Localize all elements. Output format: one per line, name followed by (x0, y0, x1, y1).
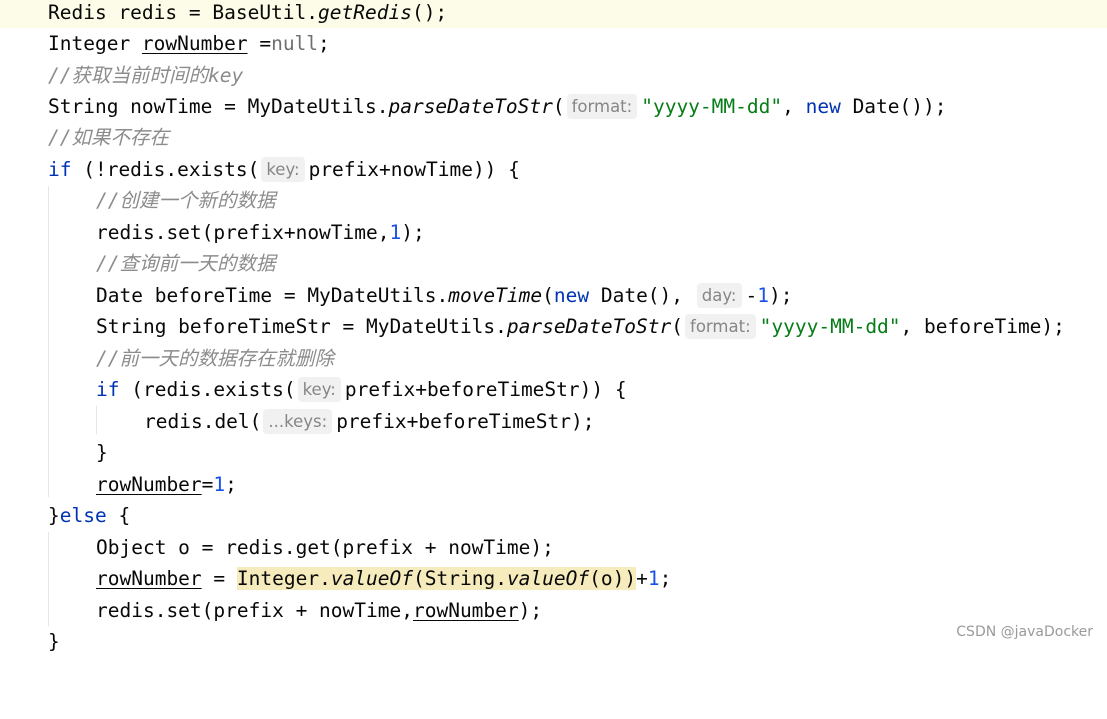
parameter-hint: format: (566, 94, 638, 119)
code-text: { (106, 504, 131, 527)
parameter-hint: key: (297, 377, 341, 402)
code-line-7[interactable]: //创建一个新的数据 (0, 185, 1107, 216)
code-text: = (247, 32, 272, 55)
code-text: ; (225, 473, 237, 496)
code-text: Date()); (840, 95, 947, 118)
code-text: (o)) (589, 567, 637, 590)
number-literal: 1 (213, 473, 226, 496)
code-line-8[interactable]: redis.set(prefix+nowTime,1); (0, 217, 1107, 248)
watermark: CSDN @javaDocker (956, 624, 1093, 640)
keyword: if (96, 378, 120, 401)
method-name: valueOf (330, 567, 414, 590)
code-line-18[interactable]: Object o = redis.get(prefix + nowTime); (0, 532, 1107, 563)
keyword: if (48, 158, 72, 181)
variable-rownumber: rowNumber (96, 473, 202, 496)
code-line-16[interactable]: rowNumber=1; (0, 469, 1107, 500)
code-line-2[interactable]: Integer rowNumber =null; (0, 28, 1107, 59)
number-literal: 1 (647, 567, 660, 590)
number-literal: 1 (389, 221, 402, 244)
code-line-14[interactable]: redis.del(...keys: prefix+beforeTimeStr); (0, 406, 1107, 437)
number-literal: 1 (757, 284, 769, 307)
highlighted-expression: Integer.valueOf(String.valueOf(o)) (236, 567, 637, 590)
code-text: Integer (48, 32, 142, 55)
code-text: Object o = redis.get(prefix + nowTime); (96, 536, 554, 559)
code-text: (); (411, 1, 448, 24)
code-text: , beforeTime); (900, 315, 1065, 338)
code-line-21[interactable]: } (0, 626, 1107, 657)
code-text: } (48, 504, 60, 527)
variable-rownumber: rowNumber (412, 599, 519, 622)
code-text: Date(), (589, 284, 695, 307)
method-name: getRedis (318, 1, 412, 24)
code-text: redis.set(prefix+nowTime, (96, 221, 390, 244)
variable-rownumber: rowNumber (141, 32, 248, 55)
parameter-hint: ...keys: (263, 409, 333, 434)
method-name: moveTime (448, 284, 543, 307)
code-line-19[interactable]: rowNumber = Integer.valueOf(String.value… (0, 563, 1107, 594)
keyword: else (59, 504, 107, 527)
code-line-3[interactable]: //获取当前时间的key (0, 60, 1107, 91)
code-text: ); (518, 599, 543, 622)
code-text: redis.set(prefix + nowTime, (96, 599, 413, 622)
method-name: parseDateToStr (506, 315, 672, 338)
code-text: prefix+nowTime)) { (308, 158, 520, 181)
code-text: Date beforeTime = MyDateUtils. (96, 284, 449, 307)
code-text: Redis redis = BaseUtil. (48, 1, 319, 24)
keyword: new (553, 284, 590, 307)
code-text: (!redis.exists( (71, 158, 260, 181)
keyword: new (805, 95, 841, 118)
code-line-4[interactable]: String nowTime = MyDateUtils.parseDateTo… (0, 91, 1107, 122)
code-line-17[interactable]: }else { (0, 500, 1107, 531)
code-line-10[interactable]: Date beforeTime = MyDateUtils.moveTime(n… (0, 280, 1107, 311)
code-comment: //查询前一天的数据 (96, 252, 276, 275)
code-text: } (48, 630, 60, 653)
code-text: , (782, 95, 806, 118)
code-text: = (201, 473, 214, 496)
code-line-13[interactable]: if (redis.exists(key: prefix+beforeTimeSt… (0, 374, 1107, 405)
code-line-1[interactable]: Redis redis = BaseUtil.getRedis(); (0, 0, 1107, 28)
code-text: + (636, 567, 648, 590)
code-text: redis.del( (144, 410, 262, 433)
code-text: (String. (413, 567, 507, 590)
method-name: parseDateToStr (388, 95, 553, 118)
code-comment: //前一天的数据存在就删除 (96, 347, 334, 370)
code-text: - (745, 284, 758, 307)
code-comment: //如果不存在 (48, 126, 169, 149)
code-comment: //创建一个新的数据 (96, 189, 276, 212)
string-literal: "yyyy-MM-dd" (641, 95, 783, 118)
code-text: ( (671, 315, 684, 338)
code-text: String nowTime = MyDateUtils. (48, 95, 389, 118)
code-text: Integer. (236, 567, 331, 590)
code-editor[interactable]: Redis redis = BaseUtil.getRedis(); Integ… (0, 0, 1107, 653)
code-line-5[interactable]: //如果不存在 (0, 122, 1107, 153)
code-text: prefix+beforeTimeStr); (336, 410, 595, 433)
code-text: ( (552, 95, 565, 118)
parameter-hint: format: (685, 314, 756, 339)
code-text: ); (769, 284, 793, 307)
code-line-6[interactable]: if (!redis.exists(key: prefix+nowTime)) { (0, 154, 1107, 185)
code-line-12[interactable]: //前一天的数据存在就删除 (0, 343, 1107, 374)
code-text: ); (401, 221, 425, 244)
method-name: valueOf (506, 567, 590, 590)
code-line-15[interactable]: } (0, 437, 1107, 468)
code-text: } (96, 441, 108, 464)
parameter-hint: day: (696, 283, 742, 308)
parameter-hint: key: (261, 157, 305, 182)
code-text: ; (318, 32, 330, 55)
code-comment: //获取当前时间的key (48, 64, 244, 87)
code-line-20[interactable]: redis.set(prefix + nowTime,rowNumber); (0, 595, 1107, 626)
string-literal: "yyyy-MM-dd" (759, 315, 901, 338)
code-line-9[interactable]: //查询前一天的数据 (0, 248, 1107, 279)
code-text: ( (542, 284, 554, 307)
code-text: (redis.exists( (119, 378, 296, 401)
code-text: ; (659, 567, 672, 590)
code-line-11[interactable]: String beforeTimeStr = MyDateUtils.parse… (0, 311, 1107, 342)
code-text: prefix+beforeTimeStr)) { (344, 378, 627, 401)
null-literal: null (271, 32, 319, 55)
code-text: String beforeTimeStr = MyDateUtils. (96, 315, 507, 338)
code-text: = (201, 567, 237, 590)
variable-rownumber: rowNumber (96, 567, 202, 590)
